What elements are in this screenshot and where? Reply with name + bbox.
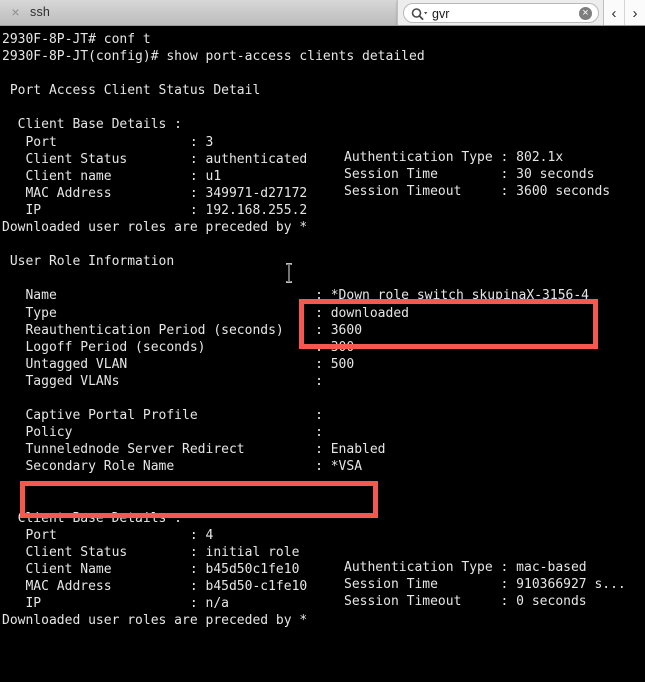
client1-session-info-column: Authentication Type : 802.1x Session Tim…: [344, 150, 611, 200]
text-cursor-icon: [286, 263, 292, 283]
search-icon: [411, 7, 429, 21]
search-input-value: gvr: [432, 7, 450, 21]
client2-session-info-column: Authentication Type : mac-based Session …: [344, 560, 626, 610]
search-navigation-group: ‹ ›: [603, 0, 645, 25]
next-match-button[interactable]: ›: [624, 0, 645, 25]
clear-search-icon[interactable]: ×: [579, 7, 592, 20]
window-titlebar: × ssh gvr × ‹ ›: [0, 0, 645, 26]
terminal-output-left-column: 2930F-8P-JT# conf t 2930F-8P-JT(config)#…: [2, 32, 589, 629]
search-input[interactable]: gvr ×: [403, 3, 599, 23]
close-icon[interactable]: ×: [8, 5, 23, 20]
terminal-screen[interactable]: 2930F-8P-JT# conf t 2930F-8P-JT(config)#…: [0, 26, 645, 682]
previous-match-button[interactable]: ‹: [604, 0, 624, 25]
tab-title-ssh[interactable]: ssh: [30, 4, 50, 21]
search-panel: gvr ×: [397, 0, 604, 25]
